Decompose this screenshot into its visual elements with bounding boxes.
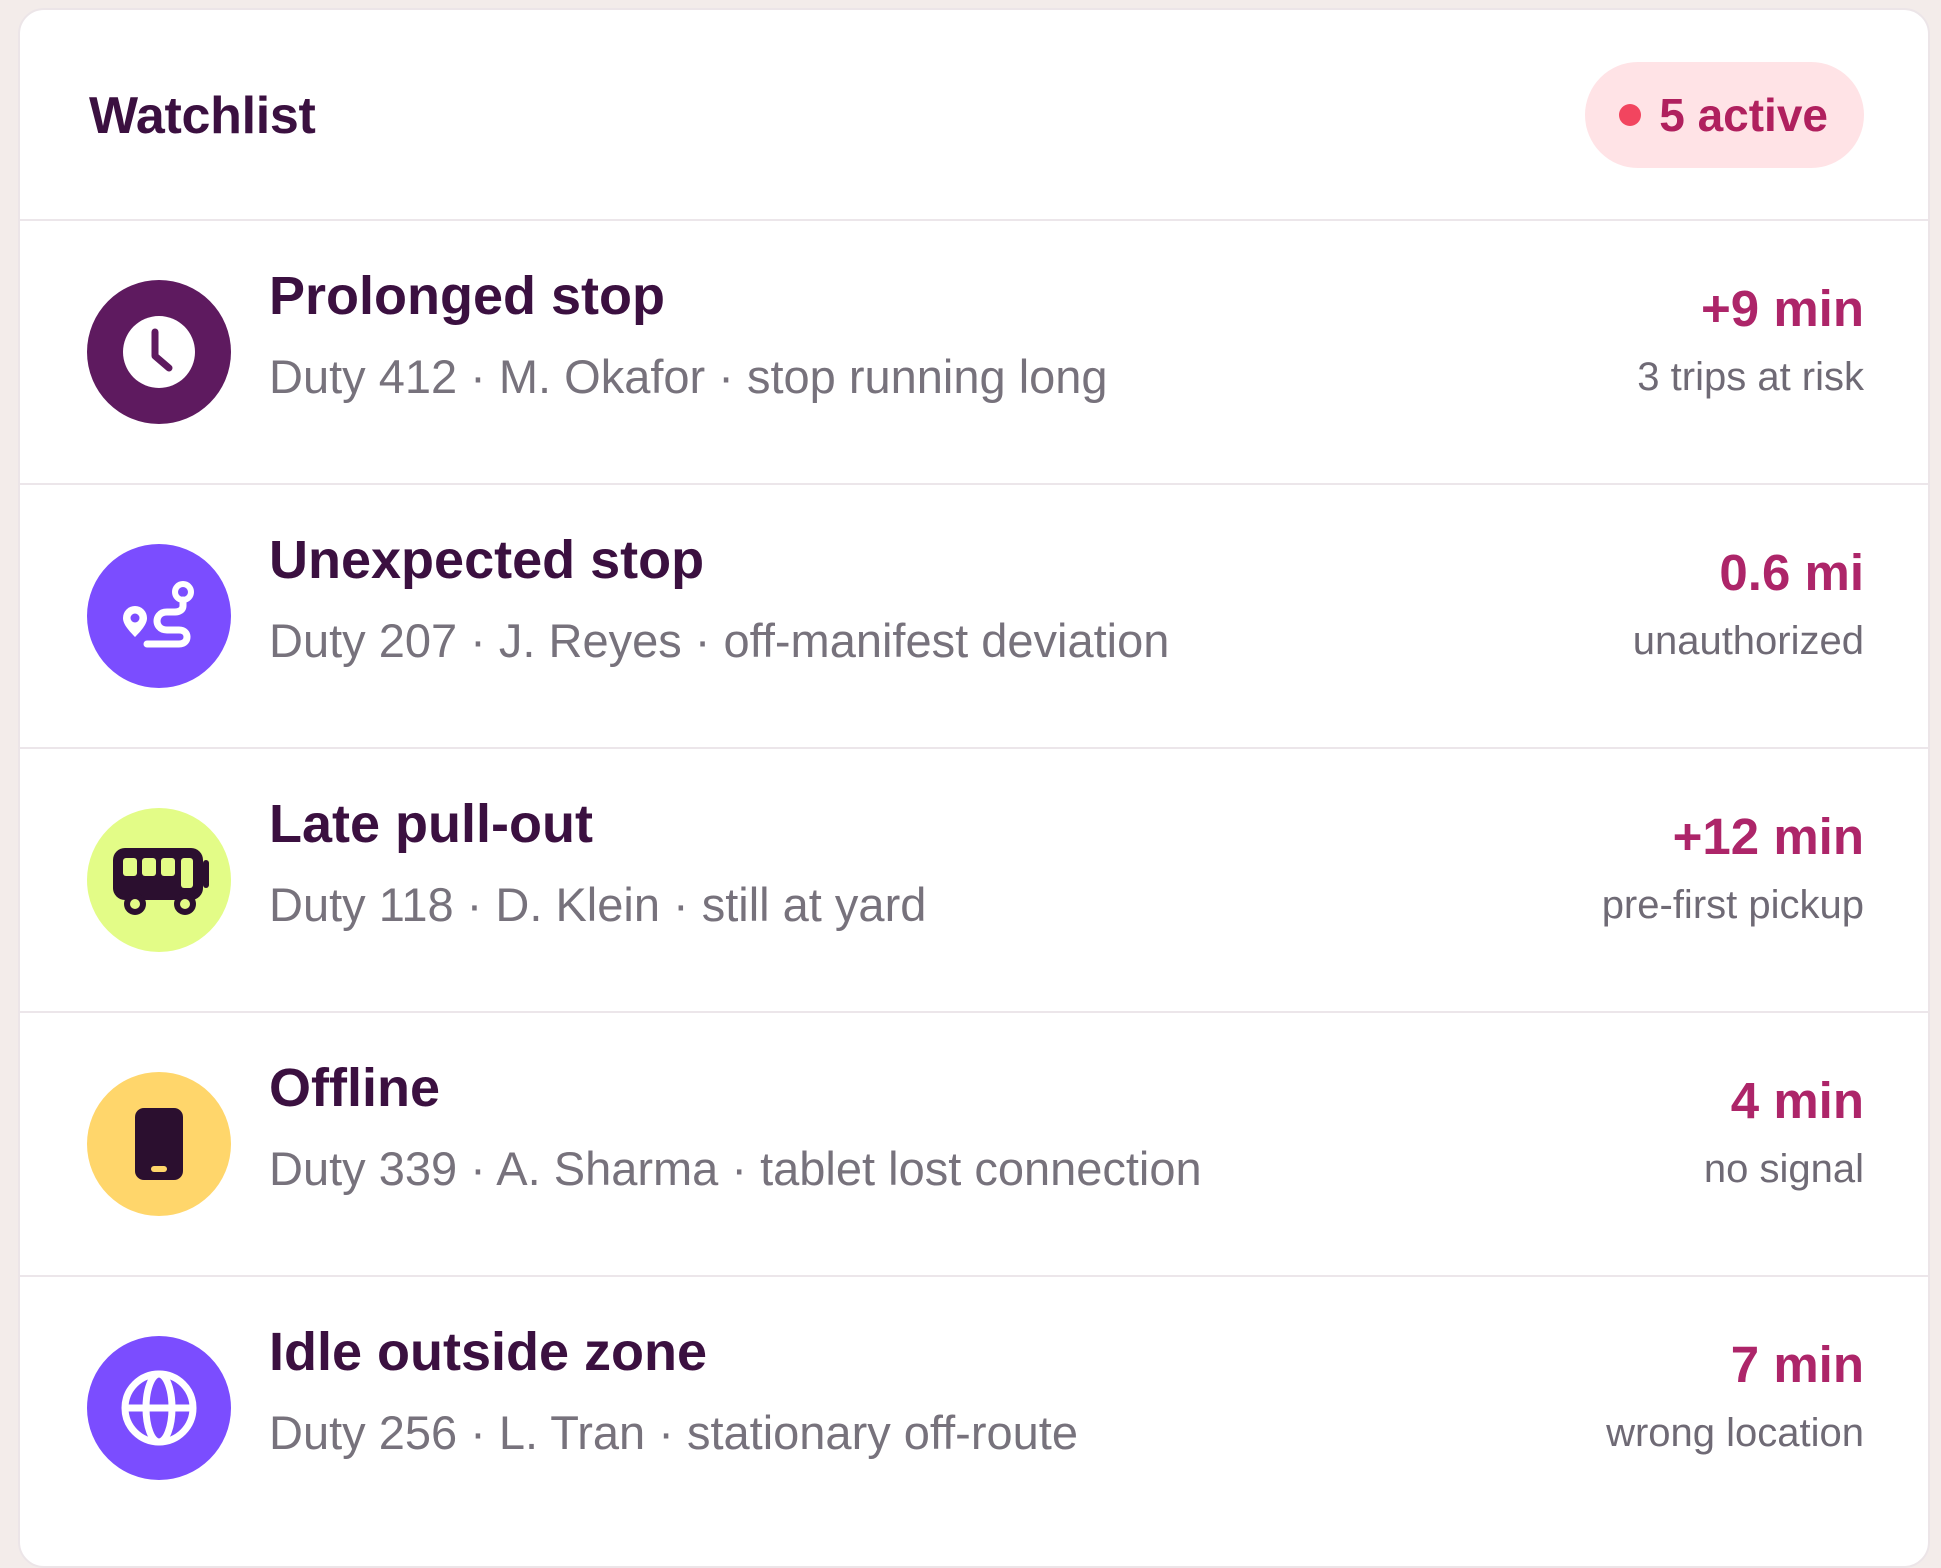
item-note: 3 trips at risk xyxy=(1637,355,1864,399)
watchlist-card: Watchlist 5 active Prolonged stop Duty 4… xyxy=(18,8,1930,1568)
bus-icon xyxy=(87,808,231,952)
item-subtitle: Duty 412 · M. Okafor · stop running long xyxy=(269,350,1108,403)
watchlist-item-unexpected-stop[interactable]: Unexpected stop Duty 207 · J. Reyes · of… xyxy=(20,485,1928,749)
watchlist-item-idle-outside-zone[interactable]: Idle outside zone Duty 256 · L. Tran · s… xyxy=(20,1277,1928,1541)
item-subtitle: Duty 256 · L. Tran · stationary off-rout… xyxy=(269,1406,1078,1459)
item-subtitle: Duty 207 · J. Reyes · off-manifest devia… xyxy=(269,614,1170,667)
item-subtitle: Duty 339 · A. Sharma · tablet lost conne… xyxy=(269,1142,1202,1195)
item-title: Idle outside zone xyxy=(269,1322,708,1382)
item-note: pre-first pickup xyxy=(1601,883,1864,927)
tablet-icon xyxy=(87,1072,231,1216)
route-icon xyxy=(87,544,231,688)
item-value: +12 min xyxy=(1672,808,1864,865)
item-title: Late pull-out xyxy=(269,794,593,854)
clock-icon xyxy=(87,280,231,424)
active-count-badge: 5 active xyxy=(1585,62,1864,168)
item-value: +9 min xyxy=(1701,280,1864,337)
watchlist-item-late-pull-out[interactable]: Late pull-out Duty 118 · D. Klein · stil… xyxy=(20,749,1928,1013)
item-note: no signal xyxy=(1703,1147,1864,1191)
item-title: Unexpected stop xyxy=(269,530,705,590)
item-title: Prolonged stop xyxy=(269,266,665,326)
item-value: 7 min xyxy=(1730,1336,1864,1393)
globe-icon xyxy=(87,1336,231,1480)
active-count-label: 5 active xyxy=(1659,89,1828,141)
watchlist-item-offline[interactable]: Offline Duty 339 · A. Sharma · tablet lo… xyxy=(20,1013,1928,1277)
watchlist-header: Watchlist 5 active xyxy=(20,10,1928,221)
item-value: 4 min xyxy=(1730,1072,1864,1129)
item-note: wrong location xyxy=(1606,1411,1864,1455)
item-value: 0.6 mi xyxy=(1719,544,1864,601)
item-title: Offline xyxy=(269,1058,440,1118)
watchlist-title: Watchlist xyxy=(89,86,316,145)
item-note: unauthorized xyxy=(1632,619,1864,663)
item-subtitle: Duty 118 · D. Klein · still at yard xyxy=(269,878,927,931)
watchlist-item-prolonged-stop[interactable]: Prolonged stop Duty 412 · M. Okafor · st… xyxy=(20,221,1928,485)
status-dot-icon xyxy=(1619,104,1642,126)
